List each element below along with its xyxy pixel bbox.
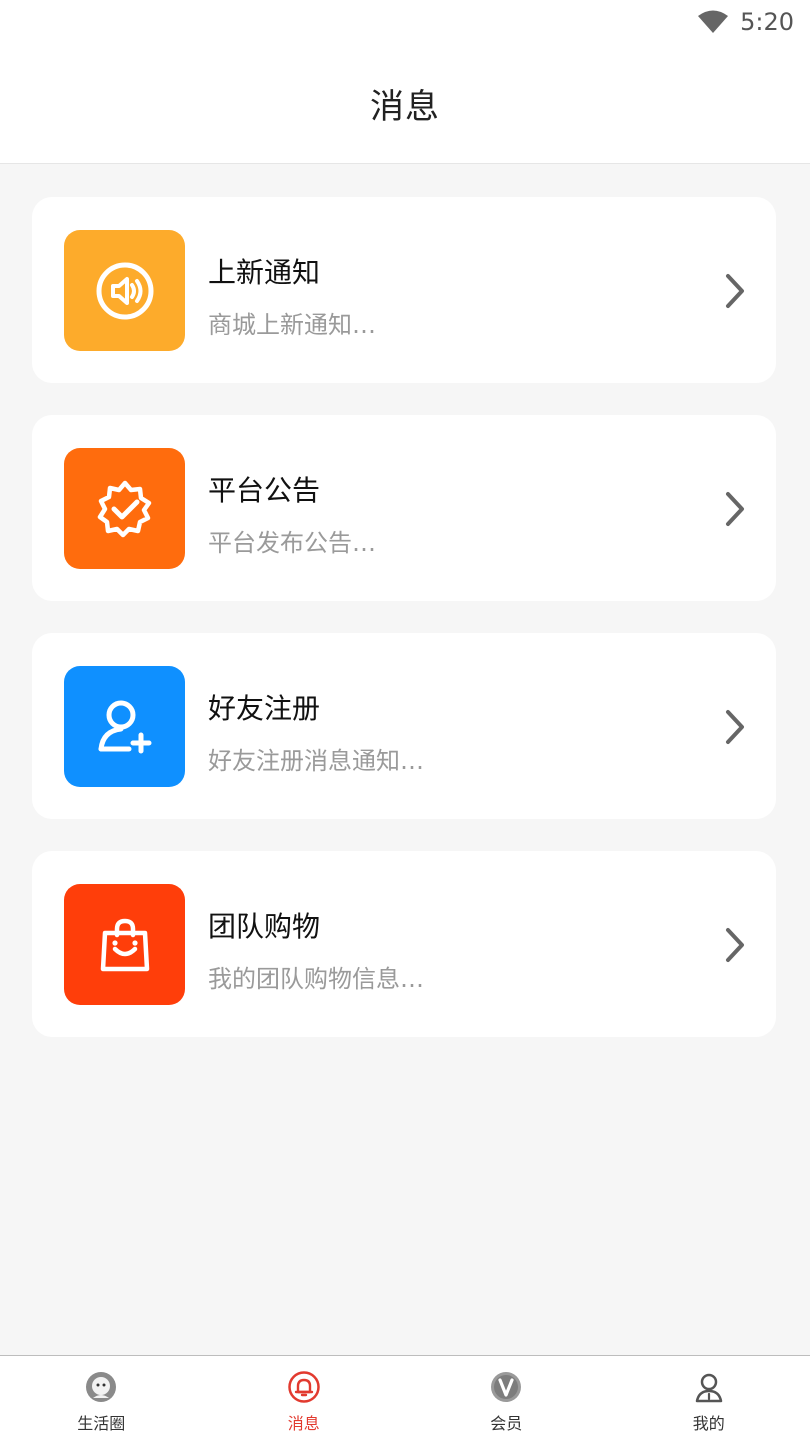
bottom-tab-bar: 生活圈 消息 会员 我的 bbox=[0, 1355, 810, 1440]
message-item-new-arrivals[interactable]: 上新通知 商城上新通知… bbox=[32, 197, 776, 383]
item-subtitle: 好友注册消息通知… bbox=[208, 747, 424, 775]
message-item-team-shopping[interactable]: 团队购物 我的团队购物信息… bbox=[32, 851, 776, 1037]
shopping-bag-icon bbox=[100, 918, 149, 971]
status-time: 5:20 bbox=[740, 8, 794, 36]
tab-mine[interactable]: 我的 bbox=[608, 1356, 810, 1440]
avatar-icon bbox=[86, 1372, 117, 1402]
icon-tile bbox=[64, 884, 185, 1005]
message-list: 上新通知 商城上新通知… 平台公告 平台发布公告… 好友注册 好友注册消息通知…… bbox=[32, 197, 776, 1069]
tab-messages[interactable]: 消息 bbox=[203, 1356, 406, 1440]
user-add-icon bbox=[98, 700, 151, 753]
item-title: 团队购物 bbox=[208, 910, 321, 943]
item-title: 好友注册 bbox=[208, 692, 321, 725]
person-icon bbox=[695, 1373, 722, 1403]
item-subtitle: 我的团队购物信息… bbox=[208, 965, 424, 993]
tab-life-circle[interactable]: 生活圈 bbox=[0, 1356, 203, 1440]
icon-tile bbox=[64, 230, 185, 351]
message-item-announcements[interactable]: 平台公告 平台发布公告… bbox=[32, 415, 776, 601]
chevron-right-icon bbox=[726, 492, 744, 526]
tab-label: 我的 bbox=[692, 1414, 725, 1433]
item-subtitle: 商城上新通知… bbox=[208, 311, 376, 339]
chevron-right-icon bbox=[726, 928, 744, 962]
status-bar: 5:20 bbox=[0, 0, 810, 44]
tab-label: 生活圈 bbox=[77, 1414, 126, 1433]
icon-tile bbox=[64, 666, 185, 787]
page-header: 消息 bbox=[0, 44, 810, 164]
item-title: 平台公告 bbox=[208, 474, 321, 507]
item-title: 上新通知 bbox=[208, 256, 321, 289]
message-item-friend-registration[interactable]: 好友注册 好友注册消息通知… bbox=[32, 633, 776, 819]
tab-membership[interactable]: 会员 bbox=[405, 1356, 608, 1440]
tab-label: 消息 bbox=[287, 1414, 320, 1433]
item-subtitle: 平台发布公告… bbox=[208, 529, 376, 557]
bell-icon bbox=[288, 1371, 320, 1403]
vip-icon bbox=[491, 1372, 522, 1402]
icon-tile bbox=[64, 448, 185, 569]
status-right: 5:20 bbox=[698, 6, 794, 38]
verified-badge-icon bbox=[97, 480, 151, 537]
tab-label: 会员 bbox=[490, 1414, 523, 1433]
chevron-right-icon bbox=[726, 710, 744, 744]
page-title: 消息 bbox=[370, 87, 440, 127]
chevron-right-icon bbox=[726, 274, 744, 308]
wifi-icon bbox=[698, 10, 729, 33]
speaker-icon bbox=[96, 262, 153, 319]
